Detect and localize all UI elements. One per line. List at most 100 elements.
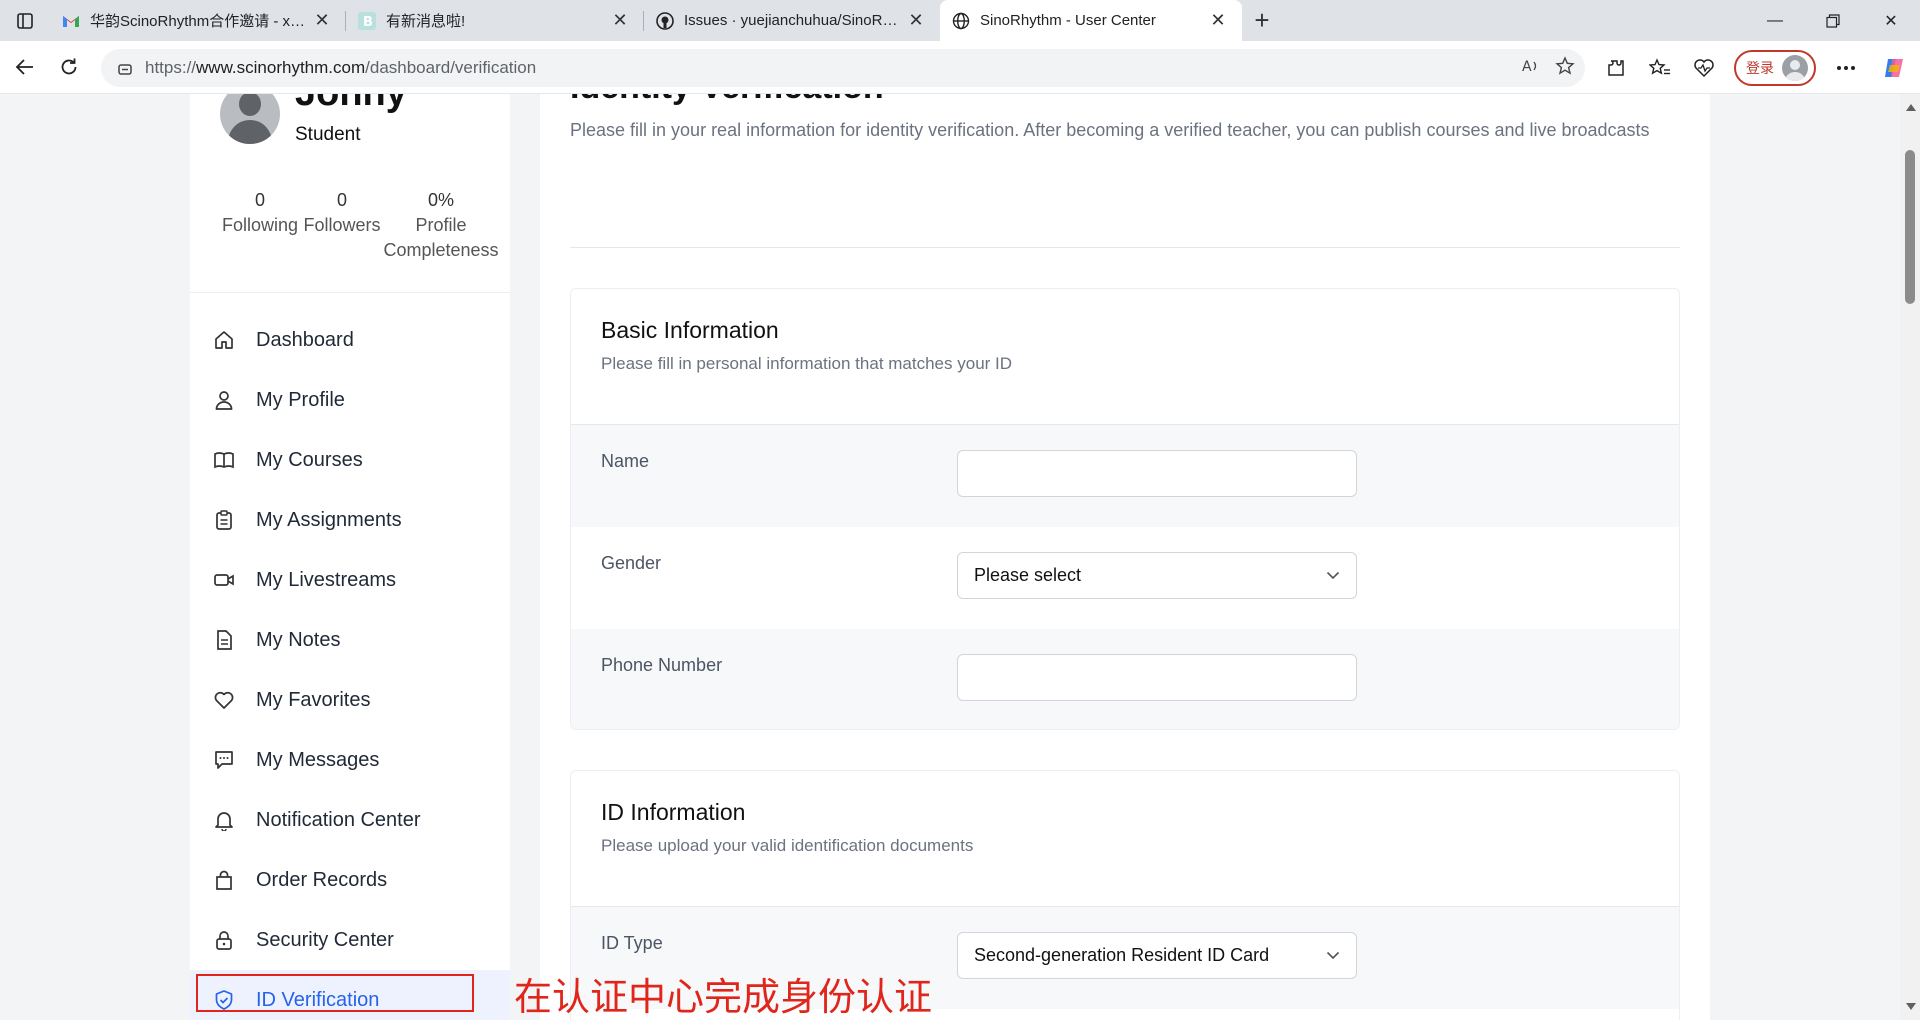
reload-icon[interactable]	[47, 45, 91, 89]
gmail-icon	[62, 12, 80, 30]
divider	[570, 247, 1680, 248]
sidebar-nav: Dashboard My Profile My Courses My Assig…	[190, 310, 510, 1020]
sidebar-item-order-records[interactable]: Order Records	[190, 850, 510, 910]
read-aloud-icon[interactable]: A	[1521, 56, 1541, 81]
sidebar-item-my-notes[interactable]: My Notes	[190, 610, 510, 670]
sidebar-item-label: Security Center	[256, 928, 394, 951]
close-icon[interactable]: ✕	[1206, 9, 1230, 33]
browser-tab-messages[interactable]: B 有新消息啦! ✕	[346, 0, 644, 41]
sidebar-item-my-livestreams[interactable]: My Livestreams	[190, 550, 510, 610]
id-type-select[interactable]: Second-generation Resident ID Card	[957, 932, 1357, 979]
stat-label: Followers	[303, 215, 381, 235]
restore-icon[interactable]	[1804, 0, 1862, 41]
browser-tab-gmail[interactable]: 华韵ScinoRhythm合作邀请 - xuan ✕	[50, 0, 346, 41]
address-bar[interactable]: https://www.scinorhythm.com/dashboard/ve…	[101, 49, 1585, 87]
copilot-icon[interactable]	[1872, 46, 1916, 90]
tab-title: Issues · yuejianchuhua/SinoRhyth	[684, 12, 904, 29]
gender-select[interactable]: Please select	[957, 552, 1357, 599]
sidebar-item-my-profile[interactable]: My Profile	[190, 370, 510, 430]
sidebar-item-my-favorites[interactable]: My Favorites	[190, 670, 510, 730]
sidebar-item-dashboard[interactable]: Dashboard	[190, 310, 510, 370]
minimize-icon[interactable]: —	[1746, 0, 1804, 41]
annotation-text: 在认证中心完成身份认证	[514, 975, 933, 1019]
tab-actions-icon[interactable]	[0, 0, 50, 41]
card-subtitle: Please fill in personal information that…	[601, 354, 1013, 373]
stat-value: 0%	[427, 190, 454, 210]
health-icon[interactable]	[1682, 46, 1726, 90]
close-icon[interactable]: ✕	[608, 9, 632, 33]
card-header: ID Information Please upload your valid …	[571, 771, 1679, 907]
close-window-icon[interactable]: ✕	[1862, 0, 1920, 41]
avatar[interactable]	[220, 94, 280, 144]
card-title: ID Information	[601, 799, 746, 825]
sidebar-item-security-center[interactable]: Security Center	[190, 910, 510, 970]
card-subtitle: Please upload your valid identification …	[601, 836, 974, 855]
sidebar-item-label: Order Records	[256, 868, 388, 891]
url-text[interactable]: https://www.scinorhythm.com/dashboard/ve…	[145, 58, 536, 78]
phone-label: Phone Number	[601, 655, 723, 675]
stat-label: Following	[221, 215, 299, 235]
favorite-star-icon[interactable]	[1555, 55, 1575, 81]
close-icon[interactable]: ✕	[310, 9, 334, 33]
divider	[190, 292, 510, 293]
form-row-gender: Gender Please select	[571, 527, 1679, 629]
stat-following[interactable]: 0 Following	[220, 188, 300, 238]
name-field[interactable]	[957, 450, 1357, 497]
page-scrollbar[interactable]	[1900, 94, 1920, 1020]
card-header: Basic Information Please fill in persona…	[571, 289, 1679, 425]
basic-information-card: Basic Information Please fill in persona…	[570, 288, 1680, 730]
site-info-icon[interactable]	[115, 58, 135, 78]
sidebar-item-label: My Assignments	[256, 508, 402, 531]
home-icon	[212, 328, 236, 352]
user-role: Student	[295, 124, 361, 145]
chevron-down-icon	[1326, 949, 1340, 963]
url-prefix: https://	[145, 58, 197, 77]
sidebar-item-label: Notification Center	[256, 808, 421, 831]
extensions-icon[interactable]	[1594, 46, 1638, 90]
stat-label: Profile Completeness	[383, 215, 499, 260]
scroll-down-icon[interactable]	[1906, 1003, 1916, 1010]
globe-icon	[952, 12, 970, 30]
profile-avatar-icon	[1782, 54, 1808, 81]
tab-title: 有新消息啦!	[386, 13, 466, 30]
phone-field[interactable]	[957, 654, 1357, 701]
stat-followers[interactable]: 0 Followers	[302, 188, 382, 238]
sidebar-item-label: My Notes	[256, 628, 341, 651]
more-menu-icon[interactable]	[1824, 46, 1868, 90]
sidebar-item-notification-center[interactable]: Notification Center	[190, 790, 510, 850]
sidebar-item-my-courses[interactable]: My Courses	[190, 430, 510, 490]
gender-label: Gender	[601, 553, 662, 573]
scroll-thumb[interactable]	[1905, 150, 1915, 304]
bell-icon	[212, 808, 236, 832]
scroll-up-icon[interactable]	[1906, 104, 1916, 111]
main-content: Identity Verification Please fill in you…	[540, 94, 1710, 1020]
close-icon[interactable]: ✕	[904, 9, 928, 33]
stat-profile-completeness[interactable]: 0% Profile Completeness	[380, 188, 502, 263]
gender-select-value: Please select	[974, 565, 1082, 585]
sidebar-item-my-assignments[interactable]: My Assignments	[190, 490, 510, 550]
browser-toolbar: https://www.scinorhythm.com/dashboard/ve…	[0, 41, 1920, 94]
back-icon[interactable]	[3, 45, 47, 89]
id-type-label: ID Type	[601, 933, 663, 953]
page-title: Identity Verification	[570, 94, 884, 107]
annotation-highlight-box	[196, 974, 474, 1012]
chevron-down-icon	[1326, 569, 1340, 583]
heart-icon	[212, 688, 236, 712]
name-label: Name	[601, 451, 650, 471]
svg-text:A: A	[1522, 59, 1532, 75]
favorites-icon[interactable]	[1638, 46, 1682, 90]
user-name: Johny	[295, 94, 407, 115]
stat-value: 0	[254, 190, 265, 210]
form-row-name: Name	[571, 425, 1679, 527]
login-button[interactable]: 登录	[1734, 49, 1816, 86]
sidebar-item-label: My Messages	[256, 748, 380, 771]
browser-tab-github[interactable]: Issues · yuejianchuhua/SinoRhyth ✕	[644, 0, 940, 41]
message-icon	[212, 748, 236, 772]
bag-icon	[212, 868, 236, 892]
page-viewport: Johny Student 0 Following 0 Followers 0%…	[0, 94, 1900, 1020]
sidebar-item-my-messages[interactable]: My Messages	[190, 730, 510, 790]
profile-header: Johny Student 0 Following 0 Followers 0%…	[190, 94, 510, 294]
browser-tab-user-center[interactable]: SinoRhythm - User Center ✕	[940, 0, 1242, 41]
video-icon	[212, 568, 236, 592]
new-tab-icon[interactable]: +	[1242, 0, 1282, 41]
